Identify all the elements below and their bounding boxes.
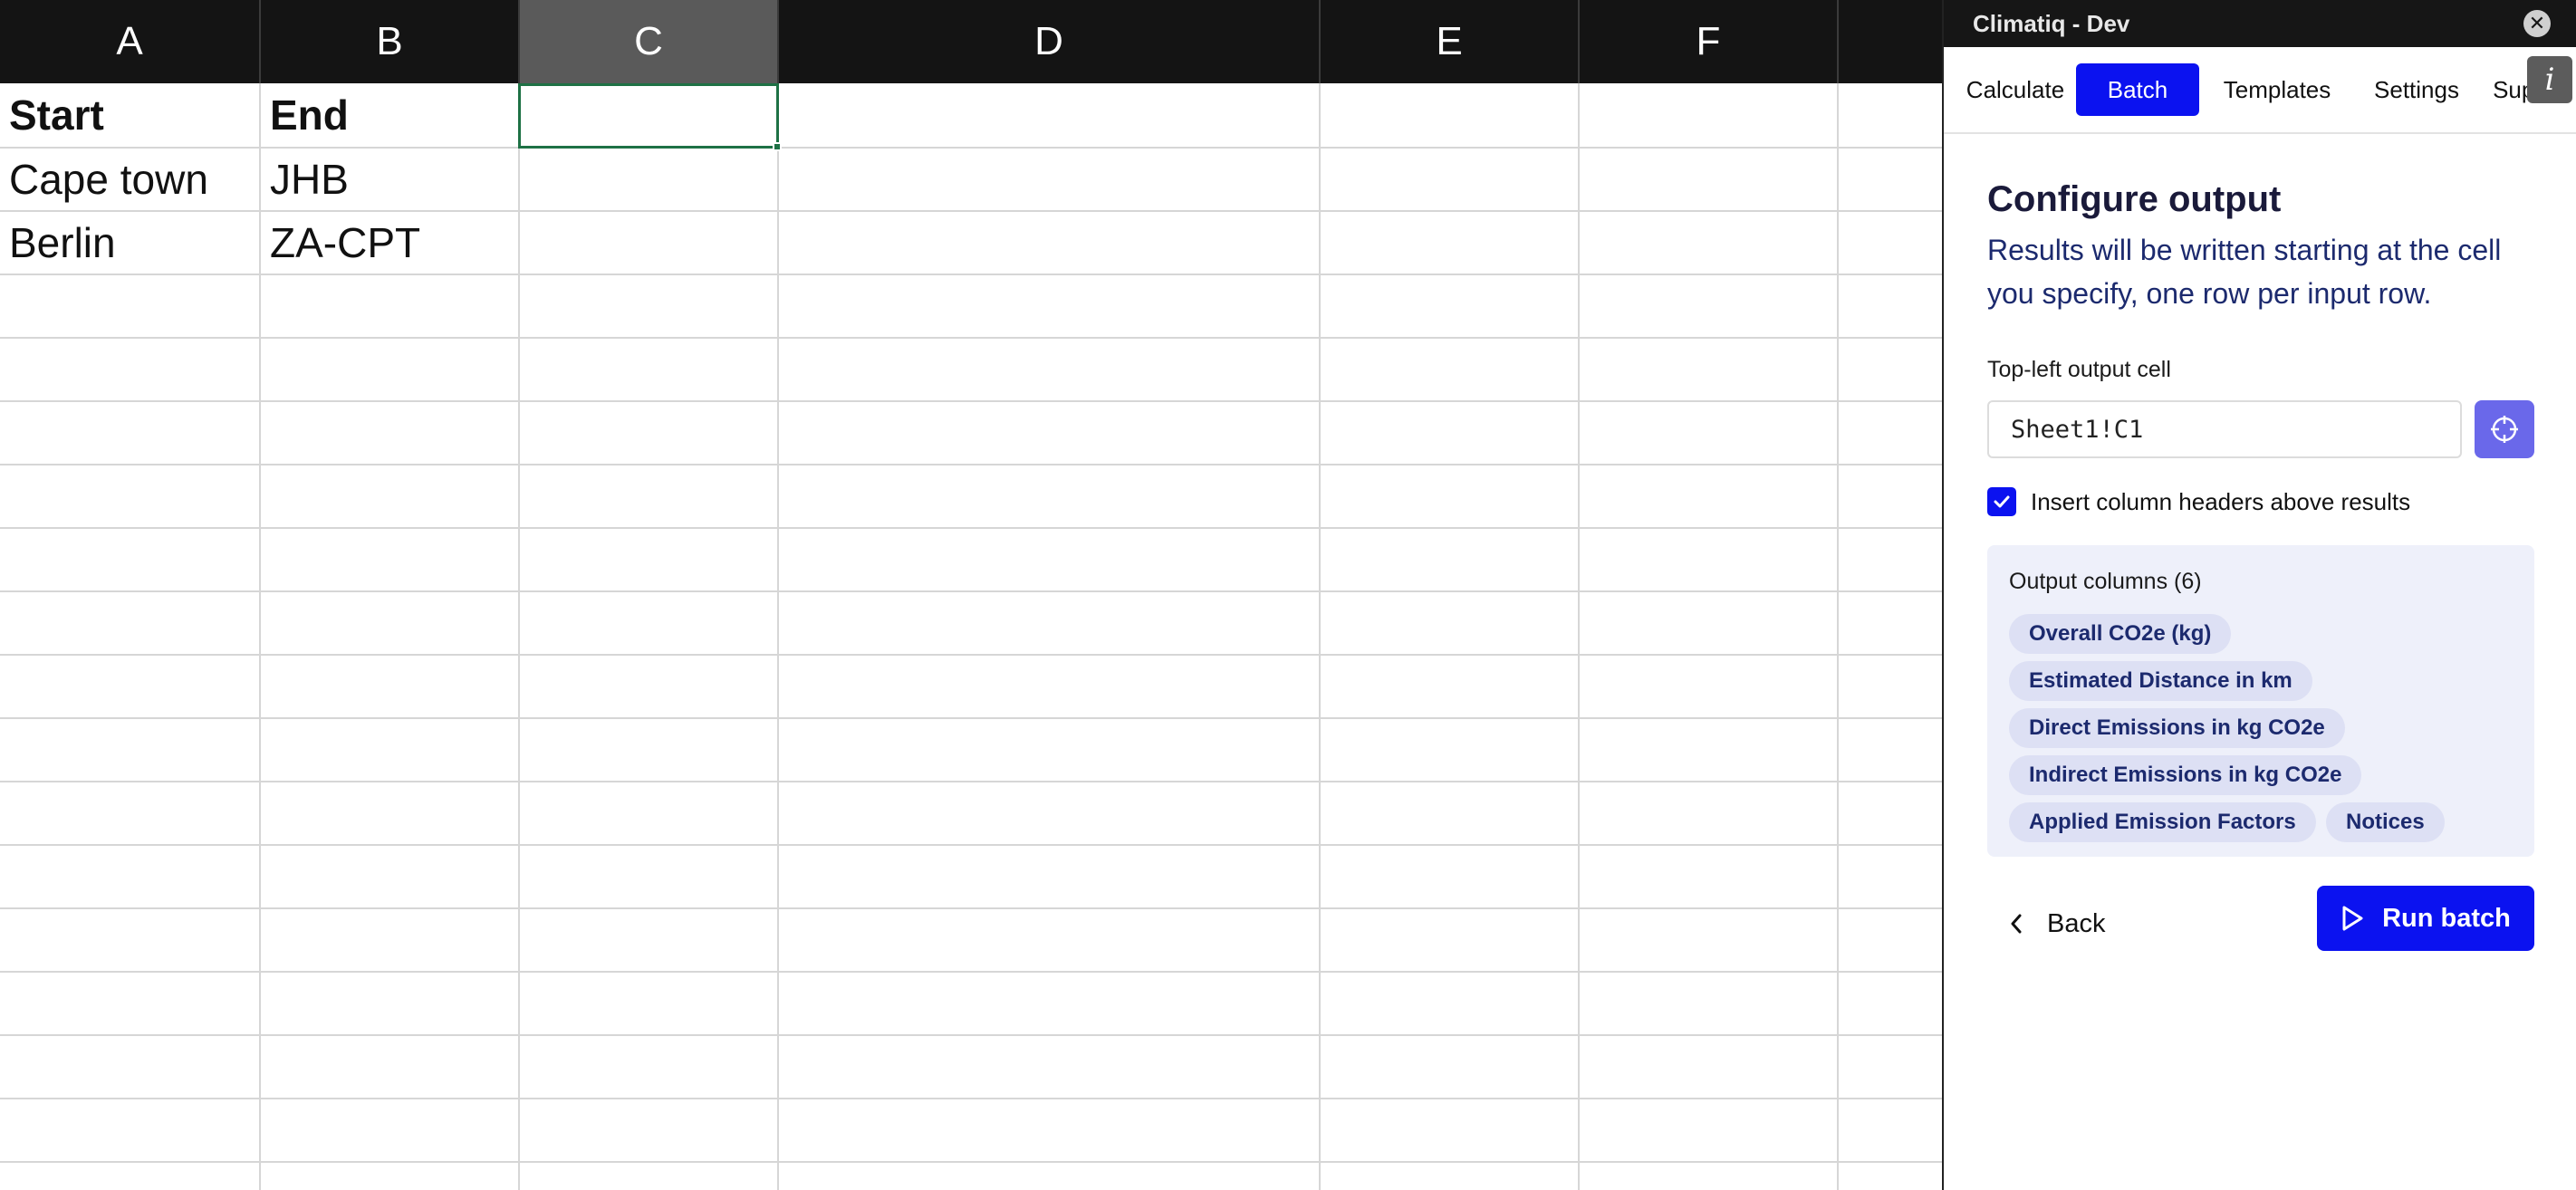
crosshair-icon (2491, 416, 2518, 443)
grid-line (0, 971, 1944, 973)
chevron-left-icon (2011, 914, 2022, 934)
cell-b2[interactable]: JHB (261, 149, 518, 210)
app-root: A B C D E F Start End Cape town JHB Berl… (0, 0, 2576, 1190)
grid-line (0, 1161, 1944, 1163)
insert-headers-label[interactable]: Insert column headers above results (2031, 487, 2410, 516)
column-header-c[interactable]: C (520, 0, 779, 83)
column-header-b[interactable]: B (261, 0, 520, 83)
output-column-chip: Indirect Emissions in kg CO2e (2009, 755, 2362, 795)
column-header-f[interactable]: F (1580, 0, 1839, 83)
grid-line (777, 83, 779, 1190)
grid-line (0, 907, 1944, 909)
output-column-chip: Applied Emission Factors (2009, 802, 2316, 842)
grid-line (1837, 83, 1839, 1190)
tab-settings[interactable]: Settings (2359, 63, 2475, 116)
tab-batch[interactable]: Batch (2076, 63, 2199, 116)
grid-line (1578, 83, 1580, 1190)
grid-line (0, 717, 1944, 719)
cell-grid[interactable]: Start End Cape town JHB Berlin ZA-CPT (0, 83, 1944, 1190)
back-button[interactable]: Back (2009, 891, 2105, 956)
pick-cell-button[interactable] (2475, 400, 2534, 458)
section-title: Configure output (1987, 179, 2282, 219)
output-column-chip: Estimated Distance in km (2009, 661, 2312, 701)
section-description: Results will be written starting at the … (1987, 234, 2502, 310)
output-column-chip: Direct Emissions in kg CO2e (2009, 708, 2345, 748)
grid-line (0, 400, 1944, 402)
grid-line (0, 781, 1944, 782)
output-cell-input[interactable] (1987, 400, 2462, 458)
fill-handle[interactable] (773, 142, 782, 151)
info-icon[interactable]: i (2527, 56, 2572, 103)
back-button-label: Back (2047, 908, 2106, 938)
pane-title: Climatiq - Dev (1973, 9, 2130, 37)
column-header-a[interactable]: A (0, 0, 261, 83)
cell-b3[interactable]: ZA-CPT (261, 212, 518, 274)
cell-a2[interactable]: Cape town (0, 149, 259, 210)
column-header-e[interactable]: E (1321, 0, 1580, 83)
grid-line (0, 1034, 1944, 1036)
column-header-bar: A B C D E F (0, 0, 1944, 83)
grid-line (0, 1098, 1944, 1099)
spreadsheet[interactable]: A B C D E F Start End Cape town JHB Berl… (0, 0, 1944, 1190)
pane-titlebar: Climatiq - Dev ✕ (1944, 0, 2576, 47)
column-header-g[interactable] (1839, 0, 1944, 83)
grid-line (0, 590, 1944, 592)
task-pane: Climatiq - Dev ✕ Calculate Batch Templat… (1944, 0, 2576, 1190)
grid-line (0, 464, 1944, 465)
output-columns-label: Output columns (6) (2009, 569, 2202, 594)
run-batch-label: Run batch (2382, 903, 2511, 933)
tab-bar: Calculate Batch Templates Settings Suppo… (1944, 47, 2576, 134)
column-header-d[interactable]: D (779, 0, 1321, 83)
cell-a1[interactable]: Start (0, 83, 259, 147)
grid-line (1319, 83, 1321, 1190)
output-column-chip: Overall CO2e (kg) (2009, 614, 2232, 654)
output-column-chip: Notices (2326, 802, 2445, 842)
grid-line (0, 654, 1944, 656)
tab-calculate[interactable]: Calculate (1953, 63, 2078, 116)
play-icon (2342, 906, 2363, 931)
output-cell-label: Top-left output cell (1987, 357, 2171, 382)
grid-line (0, 274, 1944, 275)
grid-line (0, 337, 1944, 339)
output-columns-panel: Output columns (6) Overall CO2e (kg) Est… (1987, 545, 2534, 857)
run-batch-button[interactable]: Run batch (2317, 886, 2534, 951)
grid-line (0, 844, 1944, 846)
cell-a3[interactable]: Berlin (0, 212, 259, 274)
grid-line (518, 83, 520, 1190)
close-icon[interactable]: ✕ (2523, 10, 2551, 37)
insert-headers-checkbox[interactable] (1987, 487, 2016, 516)
cell-b1[interactable]: End (261, 83, 518, 147)
tab-templates[interactable]: Templates (2203, 63, 2351, 116)
grid-line (0, 527, 1944, 529)
checkmark-icon (1994, 495, 2010, 508)
active-cell-c1[interactable] (518, 83, 779, 149)
